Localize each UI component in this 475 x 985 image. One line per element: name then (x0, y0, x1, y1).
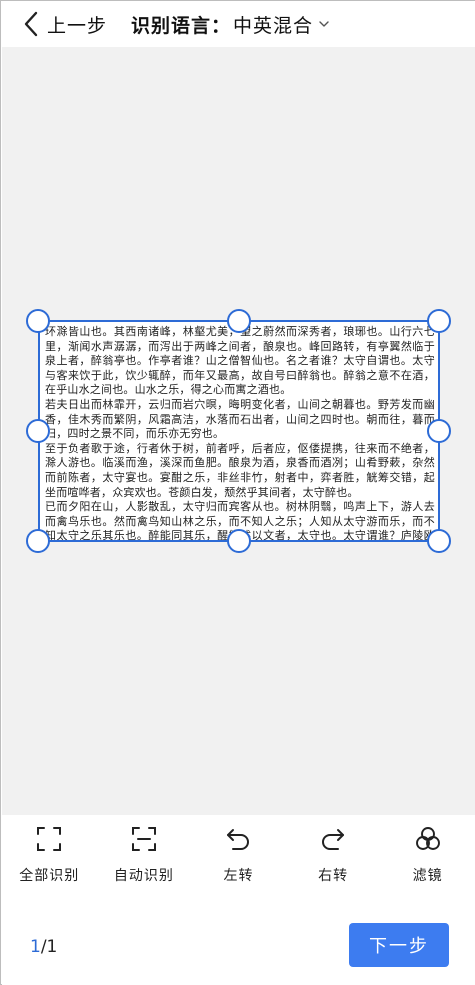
crop-handle-top-left[interactable] (26, 309, 50, 333)
crop-handle-bottom-middle[interactable] (227, 529, 251, 553)
filter-button[interactable]: 滤镜 (383, 815, 473, 899)
tool-label: 左转 (223, 868, 254, 884)
crop-handle-top-middle[interactable] (227, 309, 251, 333)
crop-frame[interactable] (38, 320, 440, 542)
crop-handle-middle-right[interactable] (427, 419, 451, 443)
crop-handle-bottom-right[interactable] (427, 529, 451, 553)
crop-handle-top-right[interactable] (427, 309, 451, 333)
language-selector[interactable]: 识别语言： 中英混合 (131, 11, 330, 38)
rotate-right-button[interactable]: 右转 (288, 815, 378, 899)
header: 上一步 识别语言： 中英混合 (1, 1, 475, 47)
chevron-left-icon (24, 11, 38, 37)
tool-label: 右转 (318, 868, 349, 884)
language-value: 中英混合 (233, 14, 314, 37)
app-frame: 上一步 识别语言： 中英混合 环滁皆山也。其西南诸峰，林壑尤美，望之蔚然而深秀者… (0, 0, 475, 985)
tool-label: 全部识别 (19, 868, 80, 884)
tool-label: 自动识别 (113, 868, 174, 884)
crop-handle-bottom-left[interactable] (26, 529, 50, 553)
bottom-bar: 1/1 下一步 (2, 899, 475, 985)
current-page: 1 (30, 937, 41, 957)
chevron-down-icon (319, 21, 329, 27)
total-pages: /1 (40, 937, 58, 957)
back-label: 上一步 (47, 14, 108, 37)
edit-toolbar: 全部识别 自动识别 左转 右转 滤镜 (2, 815, 475, 899)
rotate-right-icon (322, 829, 345, 850)
next-step-button[interactable]: 下一步 (349, 923, 449, 967)
full-recognize-button[interactable]: 全部识别 (4, 815, 94, 899)
auto-detect-icon (131, 827, 156, 851)
full-frame-icon (37, 827, 62, 851)
auto-recognize-button[interactable]: 自动识别 (99, 815, 189, 899)
rotate-left-icon (227, 829, 250, 850)
filter-icon (415, 827, 440, 850)
crop-handle-middle-left[interactable] (26, 419, 50, 443)
image-canvas: 环滁皆山也。其西南诸峰，林壑尤美，望之蔚然而深秀者，琅琊也。山行六七里，渐闻水声… (2, 47, 475, 815)
back-button[interactable]: 上一步 (23, 6, 107, 42)
language-label: 识别语言： (131, 14, 232, 37)
rotate-left-button[interactable]: 左转 (193, 815, 283, 899)
tool-label: 滤镜 (412, 868, 443, 884)
page-indicator: 1/1 (30, 937, 57, 957)
